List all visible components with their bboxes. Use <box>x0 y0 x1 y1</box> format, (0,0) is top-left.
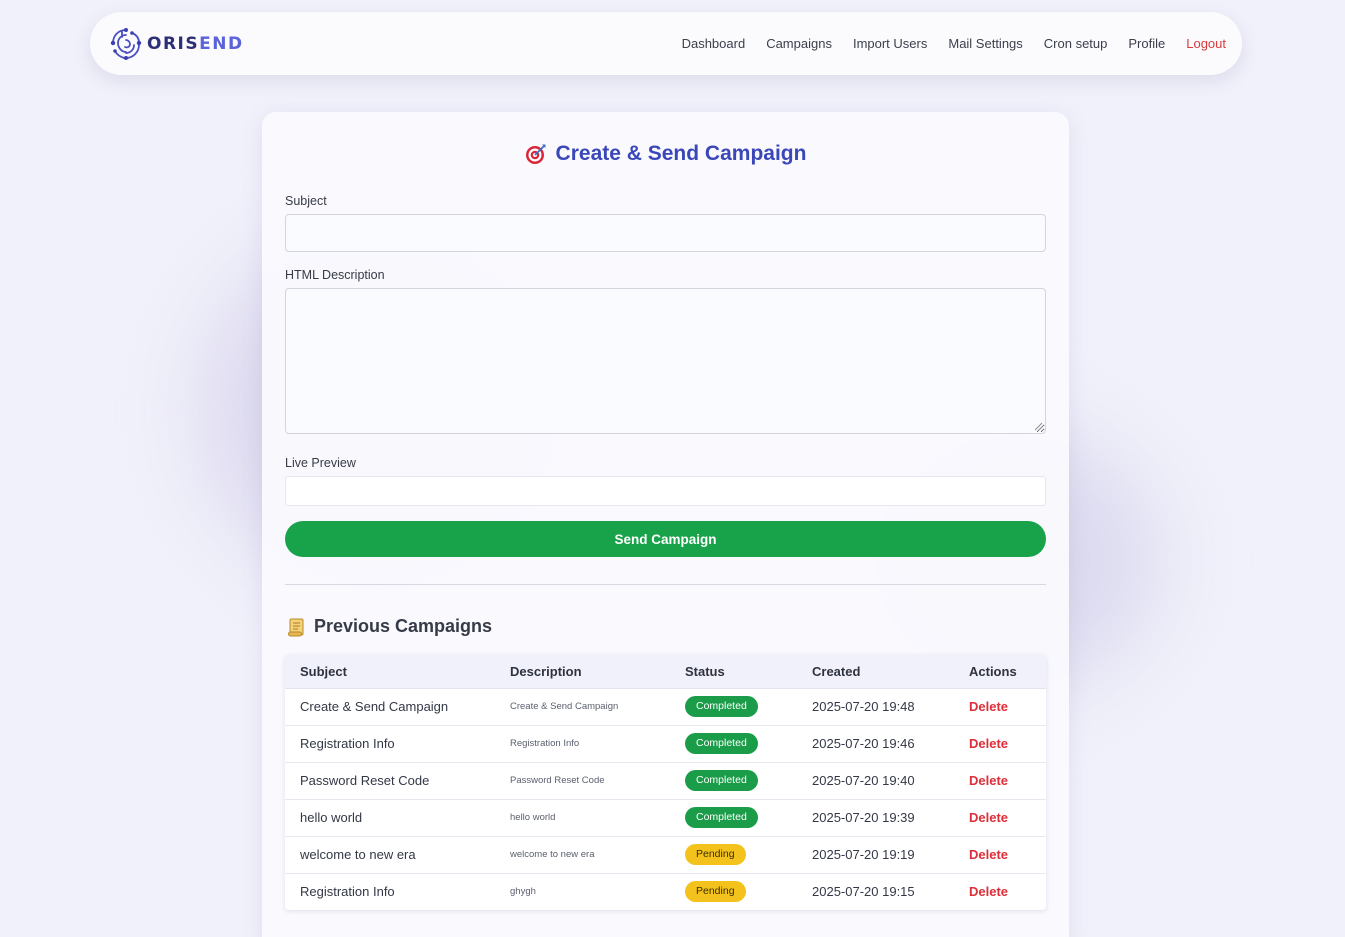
delete-link[interactable]: Delete <box>969 699 1008 714</box>
nav-campaigns[interactable]: Campaigns <box>766 36 832 51</box>
cell-created: 2025-07-20 19:48 <box>797 688 954 726</box>
send-campaign-button[interactable]: Send Campaign <box>285 521 1046 557</box>
table-row: Registration Info Registration Info Comp… <box>285 725 1046 763</box>
page-title: Create & Send Campaign <box>262 142 1069 166</box>
cell-actions: Delete <box>954 836 1046 874</box>
table-header-row: Subject Description Status Created Actio… <box>285 655 1046 689</box>
cell-description: hello world <box>495 799 670 837</box>
cell-subject: Create & Send Campaign <box>285 688 495 726</box>
brand-name-part1: ORIS <box>147 33 200 54</box>
scroll-icon <box>288 618 304 636</box>
cell-actions: Delete <box>954 799 1046 837</box>
cell-actions: Delete <box>954 725 1046 763</box>
delete-link[interactable]: Delete <box>969 810 1008 825</box>
column-header-status: Status <box>670 655 797 689</box>
brand-name: ORISEND <box>147 34 244 54</box>
subject-input[interactable] <box>285 214 1046 252</box>
table-row: hello world hello world Completed 2025-0… <box>285 799 1046 837</box>
cell-actions: Delete <box>954 762 1046 800</box>
column-header-description: Description <box>495 655 670 689</box>
cell-status: Completed <box>670 799 797 837</box>
nav-links: Dashboard Campaigns Import Users Mail Se… <box>661 36 1226 51</box>
status-badge: Pending <box>685 881 746 903</box>
table-row: Create & Send Campaign Create & Send Cam… <box>285 688 1046 726</box>
cell-status: Completed <box>670 762 797 800</box>
cell-created: 2025-07-20 19:39 <box>797 799 954 837</box>
description-textarea[interactable] <box>285 288 1046 434</box>
previous-campaigns-heading: Previous Campaigns <box>287 616 492 637</box>
divider <box>285 584 1046 585</box>
cell-description: Password Reset Code <box>495 762 670 800</box>
table-row: Registration Info ghygh Pending 2025-07-… <box>285 873 1046 910</box>
status-badge: Completed <box>685 696 758 717</box>
status-badge: Completed <box>685 733 758 754</box>
subject-label: Subject <box>285 194 327 208</box>
cell-description: welcome to new era <box>495 836 670 874</box>
column-header-subject: Subject <box>285 655 495 689</box>
live-preview-box <box>285 476 1046 506</box>
page-title-text: Create & Send Campaign <box>555 142 807 165</box>
cell-actions: Delete <box>954 688 1046 726</box>
status-badge: Completed <box>685 807 758 828</box>
campaigns-table: Subject Description Status Created Actio… <box>285 655 1046 910</box>
column-header-actions: Actions <box>954 655 1046 689</box>
cell-subject: hello world <box>285 799 495 837</box>
nav-import-users[interactable]: Import Users <box>853 36 927 51</box>
cell-status: Pending <box>670 836 797 874</box>
cell-created: 2025-07-20 19:40 <box>797 762 954 800</box>
status-badge: Completed <box>685 770 758 791</box>
cell-description: Registration Info <box>495 725 670 763</box>
cell-status: Completed <box>670 725 797 763</box>
cell-status: Pending <box>670 873 797 910</box>
cell-subject: Password Reset Code <box>285 762 495 800</box>
cell-created: 2025-07-20 19:19 <box>797 836 954 874</box>
delete-link[interactable]: Delete <box>969 884 1008 899</box>
cell-description: ghygh <box>510 886 536 898</box>
status-badge: Pending <box>685 844 746 865</box>
nav-profile[interactable]: Profile <box>1128 36 1165 51</box>
delete-link[interactable]: Delete <box>969 773 1008 788</box>
table-row: Password Reset Code Password Reset Code … <box>285 762 1046 800</box>
cell-subject: Registration Info <box>300 884 395 900</box>
top-navbar: ORISEND Dashboard Campaigns Import Users… <box>90 12 1242 75</box>
table-row: welcome to new era welcome to new era Pe… <box>285 836 1046 874</box>
target-icon <box>525 144 546 164</box>
cell-created: 2025-07-20 19:46 <box>797 725 954 763</box>
nav-dashboard[interactable]: Dashboard <box>682 36 746 51</box>
cell-subject: welcome to new era <box>285 836 495 874</box>
delete-link[interactable]: Delete <box>969 847 1008 862</box>
nav-cron-setup[interactable]: Cron setup <box>1044 36 1108 51</box>
cell-subject: Registration Info <box>285 725 495 763</box>
cell-created: 2025-07-20 19:15 <box>812 884 915 900</box>
campaign-card: Create & Send Campaign Subject HTML Desc… <box>262 112 1069 937</box>
preview-label: Live Preview <box>285 456 356 470</box>
cell-actions: Delete <box>954 873 1046 910</box>
delete-link[interactable]: Delete <box>969 736 1008 751</box>
column-header-created: Created <box>797 655 954 689</box>
brand-name-part2: END <box>199 33 244 54</box>
previous-campaigns-title: Previous Campaigns <box>314 616 493 636</box>
description-label: HTML Description <box>285 268 385 282</box>
cell-status: Completed <box>670 688 797 726</box>
nav-mail-settings[interactable]: Mail Settings <box>948 36 1022 51</box>
circuit-logo-icon <box>110 27 142 60</box>
cell-description: Create & Send Campaign <box>495 688 670 726</box>
brand[interactable]: ORISEND <box>108 26 244 62</box>
nav-logout[interactable]: Logout <box>1186 36 1226 51</box>
